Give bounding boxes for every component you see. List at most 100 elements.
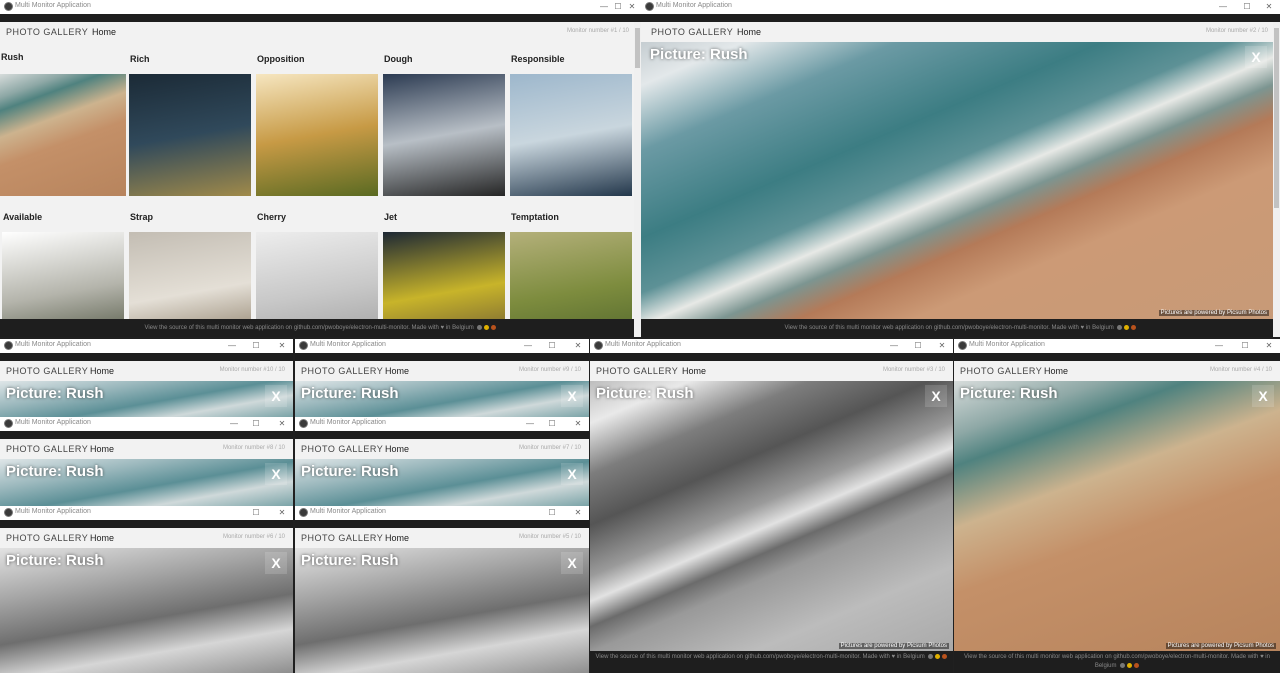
maximize-icon[interactable]: ☐ [545,417,559,431]
gallery-grid: Rush Rich Opposition Dough Responsible Availa… [0,42,641,337]
monitor-number: Monitor number #6 / 10 [222,534,285,540]
title-bar[interactable]: Multi Monitor Application — ☐ ✕ [0,417,293,431]
brand-link[interactable]: PHOTO GALLERY [301,533,383,543]
minimize-icon[interactable]: — [887,339,901,353]
dot-icon [928,653,934,659]
menu-bar: FileEditViewWindowHelp [295,520,589,535]
close-icon[interactable]: ✕ [571,417,585,431]
home-link[interactable]: Home [385,366,409,376]
nav-bar: PHOTO GALLERY Home Monitor number #2 / 1… [641,22,1280,42]
minimize-icon[interactable]: — [597,0,611,14]
minimize-icon[interactable]: — [1216,0,1230,14]
footer-text[interactable]: View the source of this multi monitor we… [145,325,474,331]
brand-link[interactable]: PHOTO GALLERY [596,366,678,376]
title-bar[interactable]: Multi Monitor Application — ☐ ✕ [295,417,589,431]
credit-text[interactable]: Pictures are powered by Picsum Photos [1158,310,1269,316]
home-link[interactable]: Home [1044,366,1068,376]
home-link[interactable]: Home [385,533,409,543]
home-link[interactable]: Home [682,366,706,376]
title-bar[interactable]: Multi Monitor Application — ☐ ✕ [590,339,953,353]
scrollbar[interactable] [1273,22,1280,337]
brand-link[interactable]: PHOTO GALLERY [6,444,88,454]
close-icon[interactable]: ✕ [275,339,289,353]
maximize-icon[interactable]: ☐ [249,339,263,353]
maximize-icon[interactable]: ☐ [611,0,625,14]
home-link[interactable]: Home [92,27,116,37]
maximize-icon[interactable]: ☐ [1240,0,1254,14]
gallery-item-image[interactable] [510,74,632,196]
minimize-icon[interactable]: — [1212,339,1226,353]
close-picture-button[interactable]: X [265,463,287,485]
dot-icon [491,324,497,330]
picture-window: Multi Monitor Application — ☐ ✕ FileEditVie… [0,339,293,417]
title-bar[interactable]: Multi Monitor Application ☐ ✕ [295,506,589,520]
close-picture-button[interactable]: X [1245,46,1267,68]
home-link[interactable]: Home [737,27,761,37]
home-link[interactable]: Home [90,444,114,454]
picture: Picture: Rush X [295,459,589,506]
title-bar[interactable]: Multi Monitor Application ☐ ✕ [0,506,293,520]
gallery-item-image[interactable] [256,74,378,196]
home-link[interactable]: Home [90,533,114,543]
title-bar[interactable]: Multi Monitor Application — ☐ ✕ [0,0,641,14]
close-picture-button[interactable]: X [265,385,287,407]
close-icon[interactable]: ✕ [1262,339,1276,353]
brand-link[interactable]: PHOTO GALLERY [651,27,733,37]
gallery-item-image[interactable] [383,74,505,196]
close-icon[interactable]: ✕ [571,339,585,353]
credit-text[interactable]: Pictures are powered by Picsum Photos [1165,643,1276,649]
close-picture-button[interactable]: X [561,463,583,485]
home-link[interactable]: Home [385,444,409,454]
picture-window: Multi Monitor Application ☐ ✕ FileEditView… [295,506,589,673]
minimize-icon[interactable]: — [225,339,239,353]
picture-caption: Picture: Rush [960,385,1058,402]
brand-link[interactable]: PHOTO GALLERY [6,27,88,37]
maximize-icon[interactable]: ☐ [249,506,263,520]
gallery-window: Multi Monitor Application — ☐ ✕ FileEdit… [0,0,641,337]
brand-link[interactable]: PHOTO GALLERY [301,366,383,376]
gallery-item-title: Jet [384,212,398,222]
picture-caption: Picture: Rush [301,463,399,480]
brand-link[interactable]: PHOTO GALLERY [6,533,88,543]
brand-link[interactable]: PHOTO GALLERY [301,444,383,454]
close-icon[interactable]: ✕ [275,417,289,431]
close-picture-button[interactable]: X [265,552,287,574]
title-bar[interactable]: Multi Monitor Application — ☐ ✕ [954,339,1280,353]
gallery-item-image[interactable] [0,74,126,196]
close-picture-button[interactable]: X [1252,385,1274,407]
close-icon[interactable]: ✕ [275,506,289,520]
credit-text[interactable]: Pictures are powered by Picsum Photos [838,643,949,649]
maximize-icon[interactable]: ☐ [1238,339,1252,353]
picture-window: Multi Monitor Application ☐ ✕ FileEditView… [0,506,293,673]
maximize-icon[interactable]: ☐ [911,339,925,353]
close-icon[interactable]: ✕ [935,339,949,353]
close-picture-button[interactable]: X [925,385,947,407]
footer-text[interactable]: View the source of this multi monitor we… [596,654,925,660]
maximize-icon[interactable]: ☐ [249,417,263,431]
footer-text[interactable]: View the source of this multi monitor we… [964,654,1270,669]
gallery-item-image[interactable] [129,74,251,196]
maximize-icon[interactable]: ☐ [545,339,559,353]
brand-link[interactable]: PHOTO GALLERY [6,366,88,376]
scrollbar[interactable] [634,22,641,337]
title-bar[interactable]: Multi Monitor Application — ☐ ✕ [295,339,589,353]
home-link[interactable]: Home [90,366,114,376]
maximize-icon[interactable]: ☐ [545,506,559,520]
minimize-icon[interactable]: — [521,339,535,353]
close-icon[interactable]: ✕ [571,506,585,520]
title-bar[interactable]: Multi Monitor Application — ☐ ✕ [0,339,293,353]
dot-icon [935,653,941,659]
title-bar[interactable]: Multi Monitor Application — ☐ ✕ [641,0,1280,14]
minimize-icon[interactable]: — [523,417,537,431]
brand-link[interactable]: PHOTO GALLERY [960,366,1042,376]
app-icon [4,2,13,11]
close-picture-button[interactable]: X [561,385,583,407]
picture-caption: Picture: Rush [6,385,104,402]
close-icon[interactable]: ✕ [1262,0,1276,14]
app-icon [4,341,13,350]
close-picture-button[interactable]: X [561,552,583,574]
monitor-number: Monitor number #5 / 10 [518,534,581,540]
footer-text[interactable]: View the source of this multi monitor we… [785,325,1114,331]
close-icon[interactable]: ✕ [625,0,639,14]
minimize-icon[interactable]: — [227,417,241,431]
